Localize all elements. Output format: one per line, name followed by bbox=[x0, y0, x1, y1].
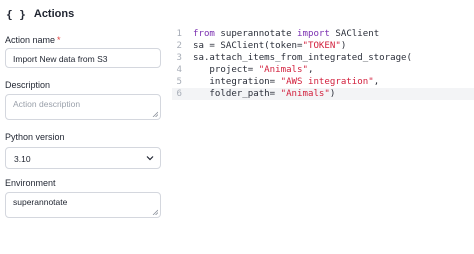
action-name-input[interactable] bbox=[13, 54, 153, 64]
code-token: , bbox=[373, 77, 380, 87]
actions-header: { } Actions bbox=[6, 6, 74, 22]
code-line[interactable]: 2 sa = SAClient(token="TOKEN") bbox=[172, 40, 474, 52]
action-name-label: Action name * bbox=[5, 35, 61, 45]
code-text: folder_path= "Animals") bbox=[193, 88, 335, 100]
description-textarea[interactable] bbox=[13, 99, 153, 115]
code-token: SAClient bbox=[329, 29, 380, 39]
environment-field-box: superannotate bbox=[5, 192, 161, 218]
code-token: , bbox=[307, 65, 314, 75]
line-number: 4 bbox=[176, 65, 182, 75]
code-text: integration= "AWS integration", bbox=[193, 76, 379, 88]
chevron-down-icon bbox=[146, 156, 154, 161]
code-line[interactable]: 6 folder_path= "Animals") bbox=[172, 88, 474, 100]
action-name-label-text: Action name bbox=[5, 35, 56, 45]
code-line[interactable]: 5 integration= "AWS integration", bbox=[172, 76, 474, 88]
code-editor[interactable]: 1 from superannotate import SAClient 2 sa =… bbox=[172, 28, 474, 100]
code-string: "AWS integration" bbox=[280, 77, 374, 87]
python-version-value: 3.10 bbox=[14, 154, 31, 164]
line-number: 2 bbox=[176, 41, 182, 51]
python-version-label: Python version bbox=[5, 132, 65, 142]
code-string: "TOKEN" bbox=[302, 41, 341, 51]
code-token: integration= bbox=[193, 77, 281, 87]
code-text: from superannotate import SAClient bbox=[193, 28, 379, 40]
line-number: 6 bbox=[176, 89, 182, 99]
code-text: sa = SAClient(token="TOKEN") bbox=[193, 40, 346, 52]
code-text: sa.attach_items_from_integrated_storage( bbox=[193, 52, 412, 64]
resize-handle-icon[interactable] bbox=[152, 209, 158, 215]
code-line[interactable]: 4 project= "Animals", bbox=[172, 64, 474, 76]
environment-textarea[interactable]: superannotate bbox=[13, 197, 153, 213]
line-number: 5 bbox=[176, 77, 182, 87]
resize-handle-icon[interactable] bbox=[152, 111, 158, 117]
code-token: ) bbox=[340, 41, 347, 51]
code-line[interactable]: 1 from superannotate import SAClient bbox=[172, 28, 474, 40]
python-version-select[interactable]: 3.10 bbox=[5, 147, 161, 169]
page-title: Actions bbox=[33, 8, 75, 20]
description-label: Description bbox=[5, 80, 51, 90]
code-token: project= bbox=[193, 65, 259, 75]
code-line[interactable]: 3 sa.attach_items_from_integrated_storage… bbox=[172, 52, 474, 64]
line-number: 1 bbox=[176, 29, 182, 39]
code-token: sa.attach_items_from_integrated_storage( bbox=[193, 53, 412, 63]
code-string: "Animals" bbox=[280, 89, 330, 99]
code-token: ) bbox=[329, 89, 336, 99]
line-number: 3 bbox=[176, 53, 182, 63]
action-name-field-box bbox=[5, 48, 161, 68]
description-field-box bbox=[5, 94, 161, 120]
code-keyword: import bbox=[297, 29, 330, 39]
environment-label: Environment bbox=[5, 178, 56, 188]
code-token: sa = SAClient(token= bbox=[193, 41, 303, 51]
required-marker: * bbox=[57, 35, 61, 45]
code-string: "Animals" bbox=[258, 65, 308, 75]
code-token: superannotate bbox=[214, 29, 298, 39]
code-text: project= "Animals", bbox=[193, 64, 313, 76]
code-keyword: from bbox=[193, 29, 215, 39]
braces-icon: { } bbox=[6, 7, 26, 21]
code-token: folder_path= bbox=[193, 89, 281, 99]
